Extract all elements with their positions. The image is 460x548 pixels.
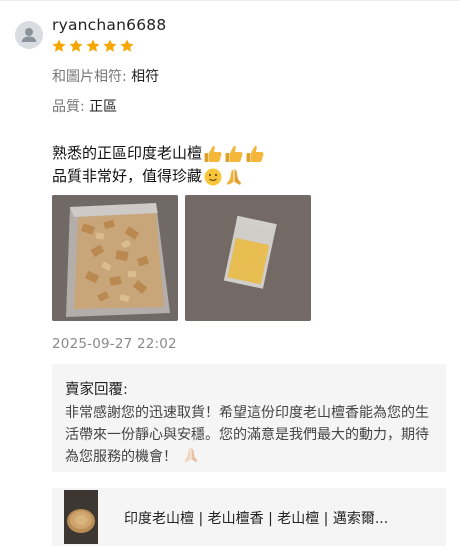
- slight-smile-icon: [204, 168, 222, 185]
- star-icon: [120, 39, 134, 52]
- product-thumbnail: [64, 490, 98, 544]
- reviewer-username: ryanchan6688: [52, 16, 167, 34]
- star-icon: [86, 39, 100, 52]
- thumbs-up-icon: [246, 145, 264, 162]
- seller-reply-body: 非常感謝您的迅速取貨！希望這份印度老山檀香能為您的生活帶來一份靜心與安穩。您的滿…: [65, 402, 441, 468]
- attribute-label: 品質:: [52, 99, 85, 115]
- default-avatar-icon: [21, 28, 37, 42]
- comment-line: 品質非常好，值得珍藏: [52, 167, 203, 185]
- seller-reply-box: 賣家回覆: 非常感謝您的迅速取貨！希望這份印度老山檀香能為您的生活帶來一份靜心與…: [52, 364, 446, 472]
- praying-hands-icon: [185, 447, 198, 463]
- review-date: 2025-09-27 22:02: [52, 336, 177, 352]
- seller-reply-title: 賣家回覆:: [65, 382, 128, 398]
- star-icon: [103, 39, 117, 52]
- attribute-value: 相符: [131, 69, 160, 85]
- sandalwood-chips-bag-photo: [52, 195, 178, 321]
- star-icon: [69, 39, 83, 52]
- sandalwood-powder-bag-photo: [185, 195, 311, 321]
- attribute-value: 正區: [89, 99, 118, 115]
- comment-line: 熟悉的正區印度老山檀: [52, 144, 203, 162]
- seller-reply-text: 非常感謝您的迅速取貨！希望這份印度老山檀香能為您的生活帶來一份靜心與安穩。您的滿…: [65, 405, 429, 465]
- attribute-match-photo: 和圖片相符: 相符: [52, 66, 159, 86]
- attribute-quality: 品質: 正區: [52, 96, 117, 116]
- product-card[interactable]: 印度老山檀 | 老山檀香 | 老山檀 | 邁索爾...: [52, 488, 446, 546]
- thumbs-up-icon: [225, 145, 243, 162]
- attribute-label: 和圖片相符:: [52, 69, 127, 85]
- star-rating: [51, 38, 135, 54]
- product-name: 印度老山檀 | 老山檀香 | 老山檀 | 邁索爾...: [124, 511, 389, 527]
- star-icon: [52, 39, 66, 52]
- user-avatar[interactable]: [15, 21, 43, 49]
- praying-hands-icon: [227, 168, 242, 185]
- top-divider: [0, 0, 460, 1]
- sandalwood-bowl-photo: [64, 490, 98, 544]
- review-photo-sandalwood-chips[interactable]: [52, 195, 178, 321]
- review-comment: 熟悉的正區印度老山檀 品質非常好，值得珍藏: [52, 142, 265, 188]
- review-photo-sandalwood-powder[interactable]: [185, 195, 311, 321]
- thumbs-up-icon: [204, 145, 222, 162]
